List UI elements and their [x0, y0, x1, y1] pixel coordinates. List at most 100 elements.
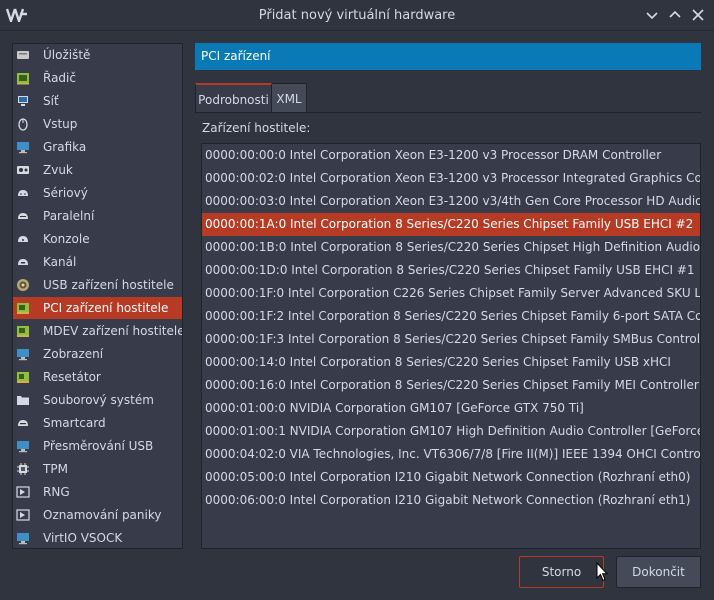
sidebar-item-label: Konzole — [43, 232, 90, 246]
pci-card-icon — [16, 301, 30, 315]
sidebar-item-konzole[interactable]: Konzole — [13, 228, 182, 250]
sidebar-item-paralelni[interactable]: Paralelní — [13, 205, 182, 227]
sidebar-item-label: Sériový — [43, 186, 88, 200]
sidebar-item-label: Resetátor — [43, 370, 101, 384]
device-row[interactable]: 0000:04:02:0 VIA Technologies, Inc. VT63… — [202, 443, 700, 466]
sidebar-item-label: USB zařízení hostitele — [43, 278, 174, 292]
sidebar-item-smartcard[interactable]: Smartcard — [13, 412, 182, 434]
sidebar-item-uloziste[interactable]: Úložiště — [13, 44, 182, 66]
device-row[interactable]: 0000:01:00:0 NVIDIA Corporation GM107 [G… — [202, 397, 700, 420]
device-row[interactable]: 0000:00:1D:0 Intel Corporation 8 Series/… — [202, 259, 700, 282]
sidebar-item-virtio-vsock[interactable]: VirtIO VSOCK — [13, 527, 182, 548]
device-row[interactable]: 0000:00:02:0 Intel Corporation Xeon E3-1… — [202, 167, 700, 190]
sidebar-item-presmerovani-usb[interactable]: Přesměrování USB — [13, 435, 182, 457]
sidebar-item-label: Vstup — [43, 117, 78, 131]
panic-icon — [16, 508, 30, 522]
chevron-down-icon — [646, 12, 658, 20]
device-row[interactable]: 0000:00:1B:0 Intel Corporation 8 Series/… — [202, 236, 700, 259]
sidebar-item-grafika[interactable]: Grafika — [13, 136, 182, 158]
sidebar-item-zobrazeni[interactable]: Zobrazení — [13, 343, 182, 365]
mouse-icon — [16, 117, 30, 131]
pci-card-icon — [16, 324, 30, 338]
serial-icon — [16, 186, 30, 200]
sidebar-item-label: MDEV zařízení hostitele — [43, 324, 183, 338]
device-row[interactable]: 0000:00:14:0 Intel Corporation 8 Series/… — [202, 351, 700, 374]
smartcard-icon — [16, 416, 30, 430]
host-device-label: Zařízení hostitele: — [202, 121, 311, 135]
sidebar-item-label: RNG — [43, 485, 70, 499]
host-device-list[interactable]: 0000:00:00:0 Intel Corporation Xeon E3-1… — [201, 143, 701, 549]
console-icon — [16, 232, 30, 246]
sidebar-item-resetator[interactable]: Resetátor — [13, 366, 182, 388]
device-row[interactable]: 0000:00:03:0 Intel Corporation Xeon E3-1… — [202, 190, 700, 213]
folder-icon — [16, 393, 30, 407]
sidebar-item-label: Souborový systém — [43, 393, 154, 407]
sidebar-item-label: Oznamování paniky — [43, 508, 162, 522]
minimize-button[interactable] — [643, 6, 661, 24]
device-row[interactable]: 0000:06:00:0 Intel Corporation I210 Giga… — [202, 489, 700, 512]
hardware-type-list[interactable]: Úložiště Řadič Síť Vstup Grafika Zvuk Sériový P… — [12, 43, 183, 549]
sidebar-item-label: Paralelní — [43, 209, 95, 223]
monitor-icon — [16, 347, 30, 361]
sidebar-item-souborovy-system[interactable]: Souborový systém — [13, 389, 182, 411]
sidebar-item-label: TPM — [43, 462, 68, 476]
sidebar-item-oznamovani-paniky[interactable]: Oznamování paniky — [13, 504, 182, 526]
sidebar-item-label: Úložiště — [43, 48, 91, 62]
sidebar-item-label: Smartcard — [43, 416, 106, 430]
speaker-icon — [16, 163, 30, 177]
parallel-icon — [16, 209, 30, 223]
device-row[interactable]: 0000:00:1A:0 Intel Corporation 8 Series/… — [202, 213, 700, 236]
close-button[interactable] — [689, 6, 707, 24]
sidebar-item-pci-zarizeni-hostitele[interactable]: PCI zařízení hostitele — [13, 297, 182, 319]
sidebar-item-rng[interactable]: RNG — [13, 481, 182, 503]
sidebar-item-label: Síť — [43, 94, 59, 108]
maximize-button[interactable] — [666, 6, 684, 24]
sidebar-item-tpm[interactable]: TPM — [13, 458, 182, 480]
device-row[interactable]: 0000:00:1F:0 Intel Corporation C226 Seri… — [202, 282, 700, 305]
sidebar-item-label: Zvuk — [43, 163, 73, 177]
usb-icon — [16, 278, 30, 292]
device-row[interactable]: 0000:05:00:0 Intel Corporation I210 Giga… — [202, 466, 700, 489]
sidebar-item-label: Přesměrování USB — [43, 439, 154, 453]
sidebar-item-radic[interactable]: Řadič — [13, 67, 182, 89]
sidebar-item-sit[interactable]: Síť — [13, 90, 182, 112]
sidebar-item-seriovy[interactable]: Sériový — [13, 182, 182, 204]
close-icon — [692, 9, 704, 21]
tab-xml[interactable]: XML — [272, 83, 307, 113]
usb-redir-icon — [16, 439, 30, 453]
monitor-icon — [16, 140, 30, 154]
sidebar-item-kanal[interactable]: Kanál — [13, 251, 182, 273]
sidebar-item-label: PCI zařízení hostitele — [43, 301, 169, 315]
rng-icon — [16, 485, 30, 499]
sidebar-item-usb-zarizeni-hostitele[interactable]: USB zařízení hostitele — [13, 274, 182, 296]
sidebar-item-label: Grafika — [43, 140, 87, 154]
vsock-icon — [16, 531, 30, 545]
sidebar-item-label: VirtIO VSOCK — [43, 531, 123, 545]
mouse-cursor-icon — [596, 562, 608, 582]
device-row[interactable]: 0000:00:16:0 Intel Corporation 8 Series/… — [202, 374, 700, 397]
controller-icon — [16, 71, 30, 85]
finish-button[interactable]: Dokončit — [616, 556, 701, 588]
sidebar-item-label: Kanál — [43, 255, 77, 269]
network-icon — [16, 94, 30, 108]
title-bar: Přidat nový virtuální hardware — [0, 0, 714, 31]
channel-icon — [16, 255, 30, 269]
section-header: PCI zařízení — [195, 43, 701, 70]
device-row[interactable]: 0000:00:00:0 Intel Corporation Xeon E3-1… — [202, 144, 700, 167]
tab-details[interactable]: Podrobnosti — [195, 83, 272, 113]
cancel-button[interactable]: Storno — [519, 556, 604, 588]
watchdog-icon — [16, 370, 30, 384]
storage-icon — [16, 48, 30, 62]
sidebar-item-vstup[interactable]: Vstup — [13, 113, 182, 135]
sidebar-item-mdev-zarizeni-hostitele[interactable]: MDEV zařízení hostitele — [13, 320, 182, 342]
device-row[interactable]: 0000:00:1F:3 Intel Corporation 8 Series/… — [202, 328, 700, 351]
sidebar-item-label: Zobrazení — [43, 347, 104, 361]
tab-divider — [195, 112, 701, 113]
sidebar-item-zvuk[interactable]: Zvuk — [13, 159, 182, 181]
window-title: Přidat nový virtuální hardware — [258, 8, 456, 23]
chevron-up-icon — [669, 10, 681, 18]
device-row[interactable]: 0000:00:1F:2 Intel Corporation 8 Series/… — [202, 305, 700, 328]
tpm-chip-icon — [16, 462, 30, 476]
sidebar-item-label: Řadič — [43, 71, 76, 85]
device-row[interactable]: 0000:01:00:1 NVIDIA Corporation GM107 Hi… — [202, 420, 700, 443]
